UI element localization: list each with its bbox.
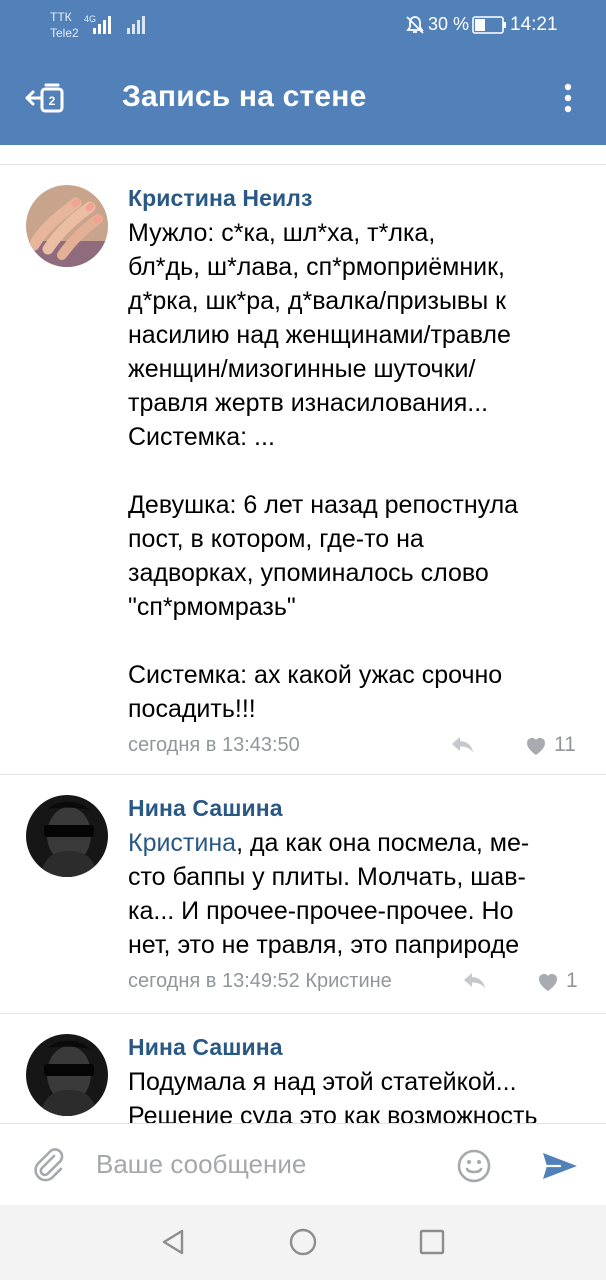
- comment-line: Девушка: 6 лет назад репостнула: [128, 491, 519, 519]
- comment-line: пост, в котором, где-то на: [128, 525, 424, 553]
- battery-percent: 30 %: [428, 14, 470, 34]
- comment-author[interactable]: Нина Сашина: [128, 1034, 583, 1061]
- comment-text: Мужло: с*ка, шл*ха, т*лка, бл*дь, ш*лава…: [128, 216, 583, 726]
- carrier-2: Tele2: [50, 26, 79, 40]
- more-options-button[interactable]: [556, 82, 580, 114]
- comment-time: сегодня в 13:43:50: [128, 734, 300, 756]
- reply-arrow-icon: [464, 973, 485, 989]
- like-count: 1: [566, 969, 578, 992]
- comment-line-rest: , да как она посмела, ме-: [236, 829, 530, 857]
- comment-line: бл*дь, ш*лава, сп*рмоприёмник,: [128, 253, 506, 281]
- message-composer: [0, 1123, 606, 1205]
- message-input[interactable]: [96, 1142, 436, 1186]
- comment-line: задворках, упоминалось слово: [128, 559, 489, 587]
- like-button[interactable]: 1: [536, 968, 582, 994]
- app-header: ТТК Tele2 4G 30 % 14:21 2 Запись на стен…: [0, 0, 606, 145]
- clock: 14:21: [510, 14, 558, 35]
- comment-line: Решение суда это как возможность: [128, 1102, 538, 1123]
- reply-button[interactable]: [462, 970, 488, 992]
- nav-recents-button[interactable]: [417, 1227, 447, 1257]
- svg-text:2: 2: [49, 94, 56, 108]
- avatar-image: [26, 1034, 108, 1116]
- like-count: 11: [554, 733, 576, 756]
- triangle-back-icon: [162, 1229, 184, 1255]
- page-title: Запись на стене: [122, 80, 367, 113]
- back-arrow-icon: 2: [25, 83, 64, 113]
- comment-line: Подумала я над этой статейкой...: [128, 1068, 517, 1096]
- comment-line: [128, 624, 583, 658]
- comment-line: [128, 454, 583, 488]
- heart-icon: [527, 738, 545, 755]
- carrier-1: ТТК: [50, 10, 72, 24]
- smiley-icon: [457, 1149, 491, 1183]
- avatar[interactable]: [26, 185, 108, 267]
- comment-line: ка... И прочее-прочее-прочее. Но: [128, 897, 514, 925]
- comment-author[interactable]: Кристина Неилз: [128, 185, 583, 212]
- send-icon: [543, 1153, 577, 1179]
- comment-line: посадить!!!: [128, 695, 256, 723]
- comment-separator: [0, 1013, 606, 1014]
- divider: [0, 164, 606, 165]
- avatar[interactable]: [26, 1034, 108, 1116]
- comment-line: нет, это не травля, это паприроде: [128, 931, 520, 959]
- circle-home-icon: [289, 1228, 317, 1256]
- reply-mention-link[interactable]: Кристина: [128, 829, 236, 857]
- comment-text: Подумала я над этой статейкой... Решение…: [128, 1065, 583, 1123]
- status-bar: ТТК Tele2 4G 30 % 14:21: [0, 0, 606, 50]
- paperclip-icon: [34, 1148, 64, 1182]
- comment-line: Мужло: с*ка, шл*ха, т*лка,: [128, 219, 436, 247]
- comment-time: сегодня в 13:49:52 Кристине: [128, 970, 392, 992]
- signal-icon-2: [127, 16, 145, 34]
- comments-list[interactable]: Кристина Неилз Мужло: с*ка, шл*ха, т*лка…: [0, 145, 606, 1123]
- back-button[interactable]: 2: [22, 80, 70, 116]
- comment-meta: сегодня в 13:43:50 11: [128, 730, 583, 764]
- attach-button[interactable]: [30, 1146, 66, 1182]
- comment-author[interactable]: Нина Сашина: [128, 795, 583, 822]
- comment-line: женщин/мизогинные шуточки/: [128, 355, 476, 383]
- like-button[interactable]: 11: [524, 732, 580, 758]
- comment-line: сто баппы у плиты. Молчать, шав-: [128, 863, 526, 891]
- signal-icon-1: [93, 16, 111, 34]
- avatar-image: [26, 185, 108, 267]
- send-button[interactable]: [540, 1150, 580, 1182]
- app-bar: 2 Запись на стене: [0, 50, 606, 145]
- comment-line: д*рка, шк*ра, д*валка/призывы к: [128, 287, 507, 315]
- reply-arrow-icon: [452, 737, 473, 753]
- heart-icon: [539, 974, 557, 991]
- comment-text: Кристина, да как она посмела, ме- сто ба…: [128, 826, 583, 962]
- nav-home-button[interactable]: [288, 1227, 318, 1257]
- comment-line: насилию над женщинами/травле: [128, 321, 511, 349]
- emoji-button[interactable]: [456, 1148, 492, 1184]
- more-vertical-icon: [564, 83, 572, 113]
- reply-button[interactable]: [450, 734, 476, 756]
- comment-line: травля жертв изнасилования...: [128, 389, 489, 417]
- comment-line: Системка: ах какой ужас срочно: [128, 661, 503, 689]
- mute-bell-icon: [406, 16, 424, 34]
- comment-meta: сегодня в 13:49:52 Кристине 1: [128, 966, 583, 1000]
- square-recents-icon: [419, 1229, 445, 1255]
- comment-separator: [0, 774, 606, 775]
- system-nav-bar: [0, 1205, 606, 1280]
- comment-line: Кристина, да как она посмела, ме-: [128, 826, 583, 860]
- comment-line: Системка: ...: [128, 423, 275, 451]
- battery-icon: [472, 16, 506, 34]
- avatar[interactable]: [26, 795, 108, 877]
- comment-line: "сп*рмомразь": [128, 593, 296, 621]
- nav-back-button[interactable]: [158, 1227, 188, 1257]
- avatar-image: [26, 795, 108, 877]
